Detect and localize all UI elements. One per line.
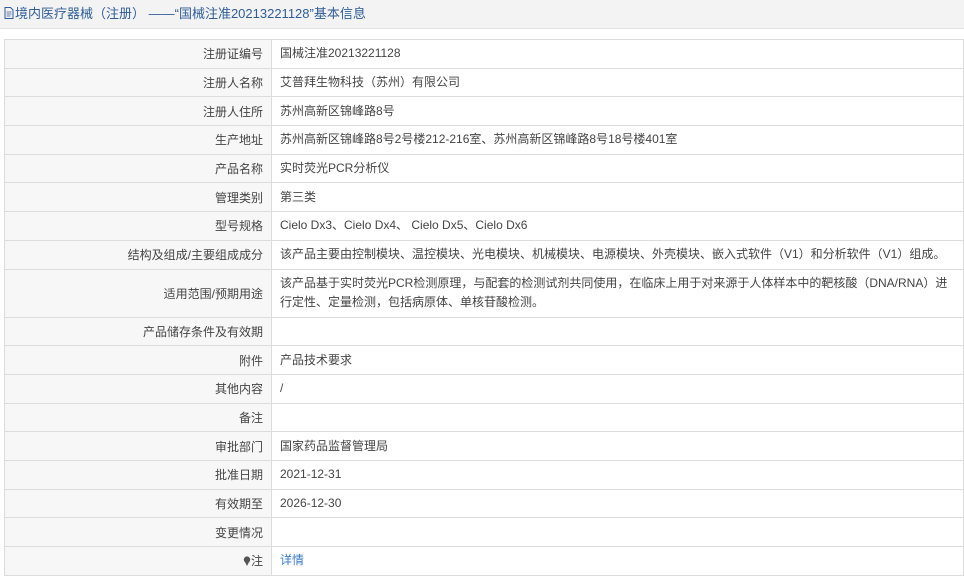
row-label: 有效期至 <box>4 488 272 519</box>
row-label: 结构及组成/主要组成成分 <box>4 239 272 270</box>
row-label: 变更情况 <box>4 517 272 547</box>
note-label: 注 <box>250 554 263 569</box>
table-row: 生产地址 苏州高新区锦峰路8号2号楼212-216室、苏州高新区锦峰路8号18号楼… <box>4 125 964 155</box>
row-label: 附件 <box>4 345 272 375</box>
row-label: 型号规格 <box>4 211 272 241</box>
row-value: 苏州高新区锦峰路8号2号楼212-216室、苏州高新区锦峰路8号18号楼401室 <box>271 125 964 155</box>
table-row: 产品储存条件及有效期 <box>4 316 964 347</box>
row-value: 实时荧光PCR分析仪 <box>271 153 964 184</box>
row-label: 注册人住所 <box>4 96 272 127</box>
row-label: 注册证编号 <box>4 39 272 69</box>
row-label-note: 注 <box>4 546 272 576</box>
row-label: 注册人名称 <box>4 67 272 98</box>
row-value: 2021-12-31 <box>271 459 964 490</box>
table-row: 型号规格 Cielo Dx3、Cielo Dx4、 Cielo Dx5、Cielo… <box>4 211 964 241</box>
table-row: 变更情况 <box>4 517 964 547</box>
table-row: 注 详情 <box>4 546 964 576</box>
info-table: 注册证编号 国械注准20213221128 注册人名称 艾普拜生物科技（苏州）有限公… <box>4 39 964 576</box>
table-row: 注册人住所 苏州高新区锦峰路8号 <box>4 96 964 127</box>
row-value: 该产品基于实时荧光PCR检测原理，与配套的检测试剂共同使用，在临床上用于对来源于… <box>271 268 964 318</box>
table-row: 适用范围/预期用途 该产品基于实时荧光PCR检测原理，与配套的检测试剂共同使用，在… <box>4 268 964 318</box>
row-value: 第三类 <box>271 182 964 213</box>
row-value: 艾普拜生物科技（苏州）有限公司 <box>271 67 964 98</box>
row-label: 产品名称 <box>4 153 272 184</box>
table-row: 其他内容 / <box>4 373 964 404</box>
row-label: 管理类别 <box>4 182 272 213</box>
row-value: 国家药品监督管理局 <box>271 431 964 461</box>
row-label: 审批部门 <box>4 431 272 461</box>
pin-icon <box>243 555 251 567</box>
table-row: 注册证编号 国械注准20213221128 <box>4 39 964 69</box>
row-value <box>271 402 964 433</box>
row-label: 其他内容 <box>4 373 272 404</box>
details-link[interactable]: 详情 <box>280 553 304 567</box>
row-label: 备注 <box>4 402 272 433</box>
page-title: 境内医疗器械（注册） ——“国械注准20213221128”基本信息 <box>15 6 366 21</box>
table-row: 备注 <box>4 402 964 433</box>
row-label: 批准日期 <box>4 459 272 490</box>
document-icon <box>4 1 14 19</box>
row-value: 国械注准20213221128 <box>271 39 964 69</box>
table-row: 批准日期 2021-12-31 <box>4 459 964 490</box>
table-row: 结构及组成/主要组成成分 该产品主要由控制模块、温控模块、光电模块、机械模块、电源… <box>4 239 964 270</box>
row-value: 产品技术要求 <box>271 345 964 375</box>
row-value: / <box>271 373 964 404</box>
row-value: Cielo Dx3、Cielo Dx4、 Cielo Dx5、Cielo Dx6 <box>271 211 964 241</box>
row-label: 产品储存条件及有效期 <box>4 316 272 347</box>
row-value <box>271 316 964 347</box>
table-row: 注册人名称 艾普拜生物科技（苏州）有限公司 <box>4 67 964 98</box>
row-value: 该产品主要由控制模块、温控模块、光电模块、机械模块、电源模块、外壳模块、嵌入式软… <box>271 239 964 270</box>
table-row: 产品名称 实时荧光PCR分析仪 <box>4 153 964 184</box>
row-label: 适用范围/预期用途 <box>4 268 272 318</box>
table-row: 有效期至 2026-12-30 <box>4 488 964 519</box>
table-row: 审批部门 国家药品监督管理局 <box>4 431 964 461</box>
table-row: 管理类别 第三类 <box>4 182 964 213</box>
page-header: 境内医疗器械（注册） ——“国械注准20213221128”基本信息 <box>0 0 964 29</box>
row-value: 2026-12-30 <box>271 488 964 519</box>
row-label: 生产地址 <box>4 125 272 155</box>
row-value: 详情 <box>271 546 964 576</box>
row-value: 苏州高新区锦峰路8号 <box>271 96 964 127</box>
row-value <box>271 517 964 547</box>
table-row: 附件 产品技术要求 <box>4 345 964 375</box>
